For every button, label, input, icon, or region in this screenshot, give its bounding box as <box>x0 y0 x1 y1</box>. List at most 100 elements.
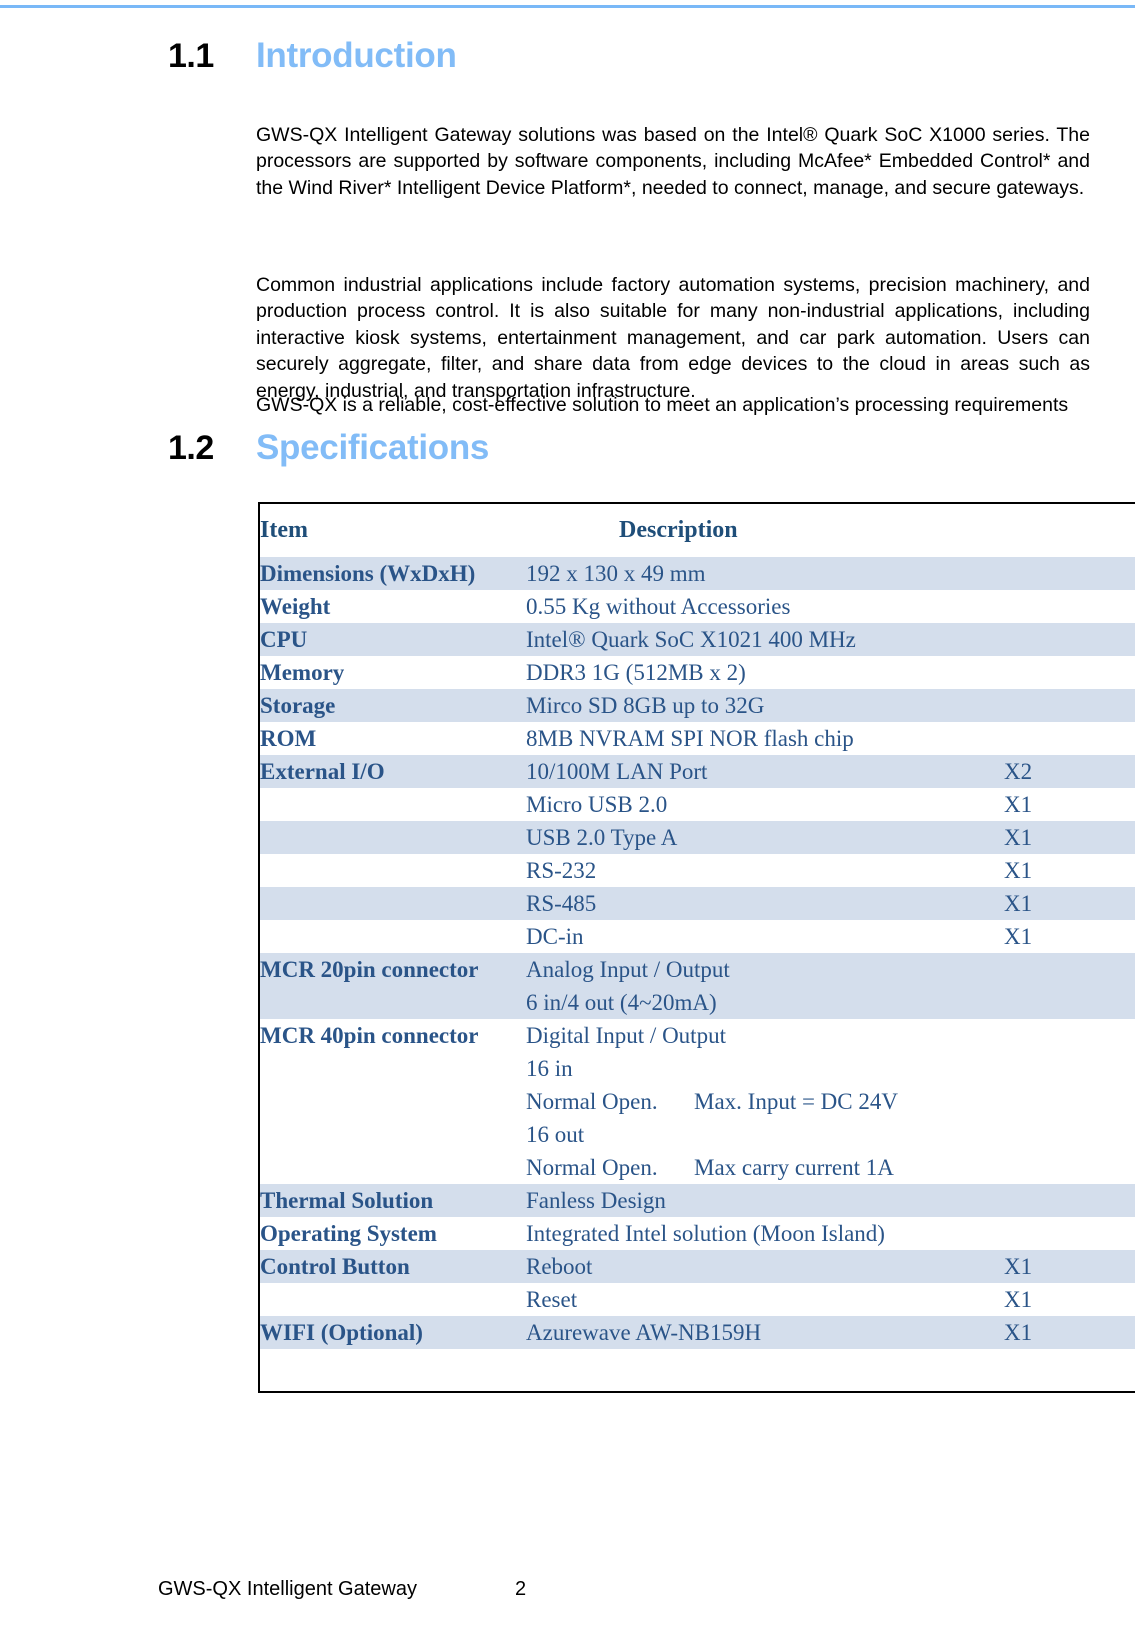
column-header-description: Description <box>526 503 1004 557</box>
cell-item <box>259 788 526 821</box>
cell-description <box>526 1349 1004 1392</box>
table-row: Dimensions (WxDxH) 192 x 130 x 49 mm <box>259 557 1135 590</box>
cell-item <box>259 854 526 887</box>
description-pair-right <box>694 1118 1004 1151</box>
cell-item <box>259 1349 526 1392</box>
cell-description-lines: Analog Input / Output 6 in/4 out (4~20mA) <box>526 953 1004 1019</box>
cell-description-lines: Digital Input / Output 16 in Normal Open. M… <box>526 1019 1004 1184</box>
description-line: Analog Input / Output <box>526 957 730 982</box>
cell-description: Intel® Quark SoC X1021 400 MHz <box>526 623 1004 656</box>
cell-quantity: X2 <box>1004 755 1135 788</box>
table-row: Micro USB 2.0 X1 <box>259 788 1135 821</box>
cell-quantity: X1 <box>1004 1250 1135 1283</box>
cell-item: Dimensions (WxDxH) <box>259 557 526 590</box>
cell-item <box>259 920 526 953</box>
table-row: Operating System Integrated Intel solutio… <box>259 1217 1135 1250</box>
description-line: 6 in/4 out (4~20mA) <box>526 990 717 1015</box>
table-header-row: Item Description <box>259 503 1135 557</box>
footer-page-number: 2 <box>515 1578 527 1600</box>
cell-description: 0.55 Kg without Accessories <box>526 590 1004 623</box>
table-row: DC-in X1 <box>259 920 1135 953</box>
table-row: USB 2.0 Type A X1 <box>259 821 1135 854</box>
cell-quantity <box>1004 1019 1135 1184</box>
table-row: CPU Intel® Quark SoC X1021 400 MHz <box>259 623 1135 656</box>
cell-quantity <box>1004 722 1135 755</box>
cell-description: 192 x 130 x 49 mm <box>526 557 1004 590</box>
cell-item: Operating System <box>259 1217 526 1250</box>
cell-item: MCR 20pin connector <box>259 953 526 1019</box>
column-header-item: Item <box>259 503 526 557</box>
cell-quantity: X1 <box>1004 920 1135 953</box>
cell-quantity: X1 <box>1004 887 1135 920</box>
cell-item: CPU <box>259 623 526 656</box>
table-row-blank <box>259 1349 1135 1392</box>
description-pair-left: Normal Open. <box>526 1155 658 1180</box>
table-row: Memory DDR3 1G (512MB x 2) <box>259 656 1135 689</box>
heading-number-1-2: 1.2 <box>168 429 214 467</box>
table-row: RS-485 X1 <box>259 887 1135 920</box>
description-pair-right: Max carry current 1A <box>694 1155 894 1180</box>
specifications-table-container: Item Description Dimensions (WxDxH) 192 x… <box>258 502 1135 1393</box>
cell-description: Analog Input / Output 6 in/4 out (4~20mA) <box>526 953 1004 1019</box>
table-row: ROM 8MB NVRAM SPI NOR flash chip <box>259 722 1135 755</box>
heading-introduction: 1.1 Introduction <box>0 36 457 76</box>
table-row: Reset X1 <box>259 1283 1135 1316</box>
heading-title-introduction: Introduction <box>256 36 457 75</box>
cell-quantity <box>1004 623 1135 656</box>
cell-quantity <box>1004 953 1135 1019</box>
cell-item: Memory <box>259 656 526 689</box>
cell-item <box>259 887 526 920</box>
cell-quantity <box>1004 656 1135 689</box>
cell-description: USB 2.0 Type A <box>526 821 1004 854</box>
cell-item: Thermal Solution <box>259 1184 526 1217</box>
cell-description: Reset <box>526 1283 1004 1316</box>
cell-item: ROM <box>259 722 526 755</box>
cell-description: DC-in <box>526 920 1004 953</box>
column-header-qty <box>1004 503 1135 557</box>
cell-quantity <box>1004 1349 1135 1392</box>
description-line-pair: 16 out <box>526 1118 1004 1151</box>
cell-description: Digital Input / Output 16 in Normal Open. M… <box>526 1019 1004 1184</box>
cell-item: Control Button <box>259 1250 526 1283</box>
description-pair-right: Max. Input = DC 24V <box>694 1089 898 1114</box>
cell-item <box>259 1283 526 1316</box>
cell-description: RS-485 <box>526 887 1004 920</box>
table-row: External I/O 10/100M LAN Port X2 <box>259 755 1135 788</box>
table-row: MCR 20pin connector Analog Input / Output… <box>259 953 1135 1019</box>
cell-item: External I/O <box>259 755 526 788</box>
cell-quantity: X1 <box>1004 1283 1135 1316</box>
heading-specifications: 1.2 Specifications <box>0 428 489 468</box>
cell-quantity: X1 <box>1004 1316 1135 1349</box>
table-row: RS-232 X1 <box>259 854 1135 887</box>
column-header-description-label: Description <box>619 517 738 543</box>
page-footer: GWS-QX Intelligent Gateway 2 <box>0 1578 1135 1608</box>
cell-description: DDR3 1G (512MB x 2) <box>526 656 1004 689</box>
cell-quantity <box>1004 1184 1135 1217</box>
description-pair-left: 16 out <box>526 1122 585 1147</box>
table-row: Thermal Solution Fanless Design <box>259 1184 1135 1217</box>
heading-number-1-1: 1.1 <box>168 37 214 75</box>
table-row: Weight 0.55 Kg without Accessories <box>259 590 1135 623</box>
cell-quantity <box>1004 590 1135 623</box>
specifications-table-body: Item Description Dimensions (WxDxH) 192 x… <box>259 503 1135 1392</box>
description-line-pair: Normal Open. Max. Input = DC 24V <box>526 1085 1004 1118</box>
cell-item: Storage <box>259 689 526 722</box>
cell-quantity: X1 <box>1004 788 1135 821</box>
cell-description: 8MB NVRAM SPI NOR flash chip <box>526 722 1004 755</box>
intro-paragraph-3: GWS-QX is a reliable, cost-effective sol… <box>256 393 1069 416</box>
heading-title-specifications: Specifications <box>256 428 490 467</box>
cell-description: Azurewave AW-NB159H <box>526 1316 1004 1349</box>
page-top-rule <box>0 5 1135 8</box>
description-line: 16 in <box>526 1056 573 1081</box>
cell-quantity <box>1004 1217 1135 1250</box>
cell-description: RS-232 <box>526 854 1004 887</box>
description-line: Digital Input / Output <box>526 1023 726 1048</box>
table-row: Storage Mirco SD 8GB up to 32G <box>259 689 1135 722</box>
cell-description: Integrated Intel solution (Moon Island) <box>526 1217 1004 1250</box>
cell-description: 10/100M LAN Port <box>526 755 1004 788</box>
cell-description: Fanless Design <box>526 1184 1004 1217</box>
cell-quantity <box>1004 689 1135 722</box>
table-row: WIFI (Optional) Azurewave AW-NB159H X1 <box>259 1316 1135 1349</box>
cell-item <box>259 821 526 854</box>
cell-description: Reboot <box>526 1250 1004 1283</box>
